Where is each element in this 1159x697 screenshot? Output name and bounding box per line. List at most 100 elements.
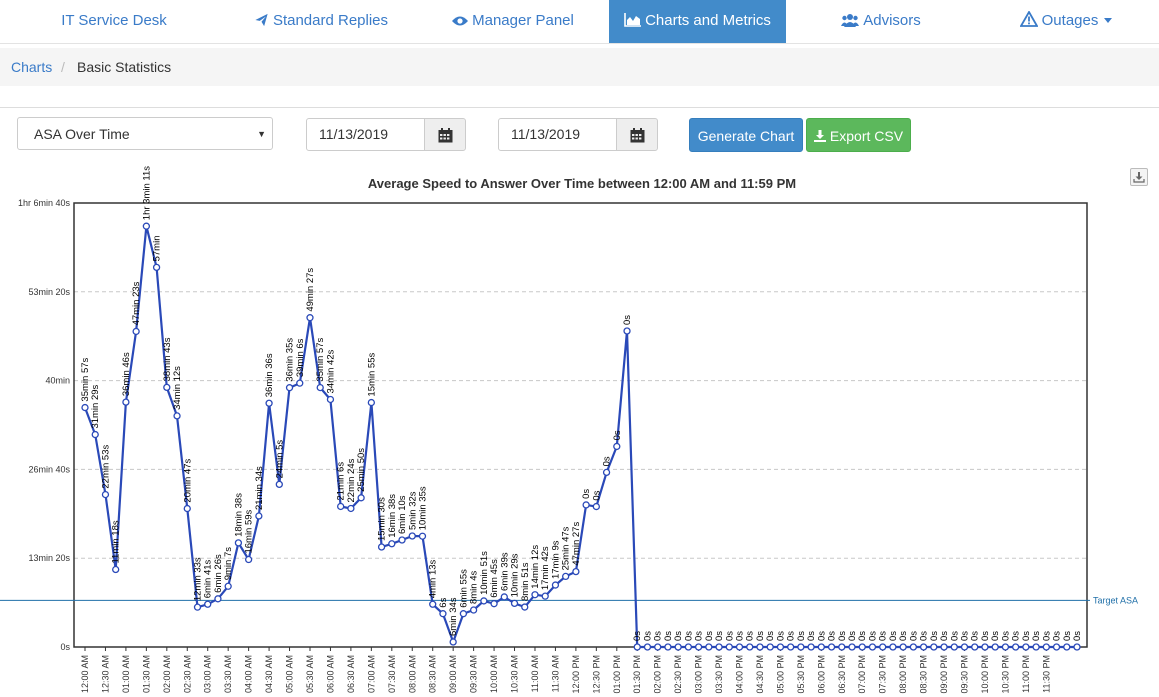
x-tick-label: 01:30 PM	[632, 655, 642, 694]
data-label: 4min 13s	[428, 559, 439, 598]
x-tick-label: 07:00 AM	[366, 655, 376, 693]
x-tick-label: 05:30 PM	[796, 655, 806, 694]
y-tick-label: 26min 40s	[28, 464, 70, 474]
data-point	[582, 501, 590, 509]
data-point	[705, 643, 713, 651]
x-tick-label: 03:00 PM	[694, 655, 704, 694]
data-point	[776, 643, 785, 651]
data-point	[694, 643, 703, 651]
x-tick-label: 02:00 AM	[162, 655, 172, 693]
x-tick-label: 09:00 PM	[939, 655, 949, 694]
data-point	[1022, 643, 1030, 651]
data-point	[643, 643, 652, 651]
data-point	[337, 502, 345, 511]
data-point	[899, 643, 907, 651]
data-point	[265, 399, 273, 407]
data-label: 57min	[152, 236, 163, 262]
x-tick-label: 06:00 AM	[325, 655, 335, 693]
data-point	[960, 643, 969, 651]
data-point	[244, 555, 253, 564]
x-tick-label: 12:30 AM	[100, 655, 110, 693]
data-point	[183, 504, 191, 513]
data-point	[623, 327, 631, 335]
x-tick-label: 07:00 PM	[857, 655, 867, 694]
data-point	[204, 600, 212, 608]
data-point	[838, 643, 846, 651]
data-point	[234, 539, 243, 547]
data-point	[664, 643, 672, 651]
x-tick-label: 12:30 PM	[591, 655, 601, 694]
data-point	[347, 504, 355, 513]
data-point	[981, 643, 989, 651]
data-point	[786, 643, 795, 651]
data-point	[1073, 643, 1081, 651]
data-point	[500, 593, 508, 601]
data-point	[388, 540, 396, 548]
data-point	[541, 592, 549, 600]
data-label: 10min 35s	[417, 486, 428, 530]
data-point	[449, 638, 457, 646]
data-point	[1042, 643, 1050, 651]
data-label: 39min 6s	[295, 338, 306, 377]
data-point	[531, 591, 539, 599]
data-point	[377, 543, 386, 551]
data-point	[868, 643, 877, 651]
data-point	[562, 572, 570, 581]
data-point	[439, 610, 447, 618]
data-point	[469, 606, 478, 614]
data-point	[1011, 643, 1020, 651]
data-point	[807, 643, 815, 651]
data-label: 0s	[622, 315, 633, 325]
data-point	[408, 532, 416, 540]
data-point	[879, 643, 887, 651]
x-tick-label: 02:30 AM	[182, 655, 192, 693]
data-point	[930, 643, 938, 651]
x-tick-label: 11:30 PM	[1041, 655, 1051, 693]
data-point	[950, 643, 958, 651]
data-point	[306, 314, 314, 322]
data-label: 22min 53s	[100, 445, 111, 489]
data-point	[101, 490, 110, 499]
data-point	[715, 643, 723, 651]
data-point	[766, 643, 774, 651]
data-point	[91, 430, 99, 439]
x-tick-label: 07:30 PM	[878, 655, 888, 694]
data-label: 0s	[612, 430, 623, 440]
x-tick-label: 01:00 PM	[612, 655, 622, 694]
x-tick-label: 05:00 AM	[285, 655, 295, 693]
data-point	[725, 643, 733, 651]
data-point	[858, 643, 866, 651]
x-tick-label: 09:30 AM	[469, 655, 479, 693]
data-point	[551, 581, 560, 589]
data-label: 36min 46s	[121, 352, 132, 396]
data-point	[214, 595, 222, 603]
data-label: 15min 55s	[366, 352, 377, 396]
data-point	[255, 512, 263, 520]
data-point	[112, 565, 120, 574]
data-point	[296, 379, 304, 387]
data-point	[81, 403, 89, 412]
data-label: 0s	[602, 456, 613, 466]
x-tick-label: 04:00 PM	[735, 655, 745, 694]
data-point	[889, 643, 897, 651]
data-point	[418, 532, 427, 540]
data-point	[510, 599, 519, 608]
asa-line-chart: 0s 13min 20s 26min 40s 40min 53min 20s 1hr 6m…	[0, 166, 1138, 694]
data-point	[224, 582, 232, 590]
data-label: 20min 47s	[182, 459, 193, 503]
data-point	[480, 597, 488, 605]
data-point	[1063, 643, 1071, 651]
data-label: 0s	[591, 490, 602, 500]
x-tick-label: 07:30 AM	[387, 655, 397, 693]
data-point	[654, 643, 662, 651]
x-tick-label: 11:30 AM	[550, 655, 560, 692]
x-tick-label: 04:30 PM	[755, 655, 765, 694]
data-point	[163, 383, 171, 392]
data-point	[275, 480, 283, 489]
data-point	[572, 567, 580, 576]
x-tick-label: 01:30 AM	[141, 655, 151, 693]
data-point	[1032, 643, 1040, 651]
y-tick-label: 1hr 6min 40s	[18, 198, 71, 208]
x-tick-label: 03:00 AM	[203, 655, 213, 693]
data-label: 49min 27s	[305, 268, 316, 312]
